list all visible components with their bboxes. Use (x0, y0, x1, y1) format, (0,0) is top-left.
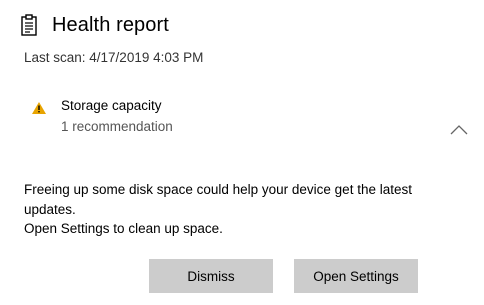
storage-capacity-item[interactable]: Storage capacity 1 recommendation (0, 94, 484, 144)
page-title: Health report (52, 13, 169, 36)
clipboard-report-icon (20, 14, 38, 36)
last-scan-text: Last scan: 4/17/2019 4:03 PM (24, 50, 204, 65)
warning-icon (32, 101, 46, 114)
details-text: Freeing up some disk space could help yo… (24, 180, 464, 239)
open-settings-button[interactable]: Open Settings (294, 259, 418, 293)
dismiss-button[interactable]: Dismiss (149, 259, 273, 293)
item-title: Storage capacity (61, 98, 162, 113)
item-subtitle: 1 recommendation (61, 119, 173, 134)
chevron-up-icon[interactable] (450, 122, 468, 135)
details-line-2: Open Settings to clean up space. (24, 221, 223, 236)
details-line-1: Freeing up some disk space could help yo… (24, 182, 412, 217)
health-report-header: Health report (20, 10, 169, 40)
